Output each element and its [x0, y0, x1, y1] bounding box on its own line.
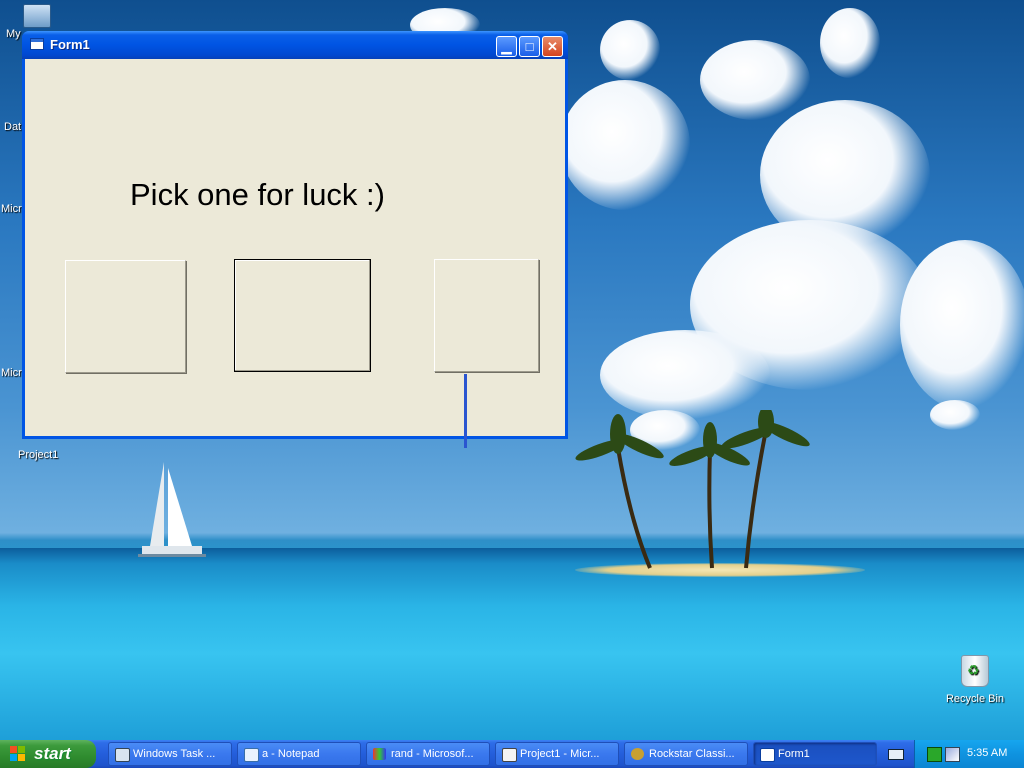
- keyboard-icon: [888, 749, 904, 760]
- recycle-bin-label: Recycle Bin: [945, 693, 1005, 705]
- desktop-icon-project1[interactable]: Project1: [18, 449, 58, 461]
- desktop-icon-dat[interactable]: Dat: [4, 121, 21, 133]
- desktop-icon-micr-1[interactable]: Micr: [1, 203, 22, 215]
- system-tray: 5:35 AM: [914, 740, 1024, 768]
- form-icon: [760, 748, 775, 762]
- desktop-icon-label: Micr: [1, 367, 22, 379]
- maximize-icon: □: [525, 39, 534, 54]
- form-client-area: Pick one for luck :): [25, 59, 565, 436]
- minimize-button[interactable]: ▁: [496, 36, 517, 57]
- keyboard-language-area[interactable]: [880, 740, 910, 768]
- taskbar-item-form1[interactable]: Form1: [753, 742, 877, 766]
- pick-button-1[interactable]: [65, 260, 186, 373]
- desktop-icon-micr-2[interactable]: Micr: [1, 367, 22, 379]
- palm-trees: [575, 410, 810, 569]
- close-icon: ✕: [547, 39, 558, 54]
- maximize-button[interactable]: □: [519, 36, 540, 57]
- taskbar: start Windows Task ... a - Notepad rand …: [0, 740, 1024, 768]
- desktop-icon-recycle-bin[interactable]: Recycle Bin: [940, 655, 1010, 705]
- close-button[interactable]: ✕: [542, 36, 563, 57]
- taskbar-item-label: Project1 - Micr...: [520, 748, 600, 760]
- desktop-icon-label: Dat: [4, 121, 22, 133]
- desktop-icon-label: Micr: [1, 203, 22, 215]
- clock[interactable]: 5:35 AM: [967, 747, 1007, 759]
- notepad-icon: [244, 748, 259, 762]
- form-heading: Pick one for luck :): [130, 177, 385, 212]
- desktop-icon-label: Project1: [18, 449, 59, 461]
- taskbar-item-label: Form1: [778, 748, 810, 760]
- windows-logo-icon: [10, 746, 26, 762]
- minimize-icon: ▁: [501, 39, 512, 54]
- paint-icon: [373, 748, 386, 760]
- start-label: start: [34, 744, 71, 763]
- desktop-icon-label: My: [6, 28, 21, 40]
- title-bar[interactable]: Form1 ▁ □ ✕: [22, 31, 568, 59]
- taskbar-item-label: Rockstar Classi...: [649, 748, 735, 760]
- window-title: Form1: [50, 37, 90, 52]
- taskbar-item-notepad[interactable]: a - Notepad: [237, 742, 361, 766]
- green-square-icon[interactable]: [927, 747, 942, 762]
- rockstar-icon: [631, 748, 644, 760]
- network-icon[interactable]: [945, 747, 960, 762]
- taskbar-item-rand[interactable]: rand - Microsof...: [366, 742, 490, 766]
- computer-icon: [23, 4, 51, 28]
- form-icon: [30, 38, 44, 50]
- sailboat: [138, 462, 206, 557]
- taskbar-item-rockstar[interactable]: Rockstar Classi...: [624, 742, 748, 766]
- taskbar-item-project1[interactable]: Project1 - Micr...: [495, 742, 619, 766]
- taskbar-item-label: rand - Microsof...: [391, 748, 474, 760]
- taskbar-item-label: a - Notepad: [262, 748, 320, 760]
- visual-basic-icon: [502, 748, 517, 762]
- recycle-bin-icon: [961, 655, 989, 687]
- pick-button-3[interactable]: [434, 259, 539, 372]
- taskbar-item-label: Windows Task ...: [133, 748, 216, 760]
- start-button[interactable]: start: [0, 740, 96, 768]
- blue-indicator-line: [464, 374, 467, 448]
- sea: [0, 548, 1024, 740]
- taskbar-item-task-manager[interactable]: Windows Task ...: [108, 742, 232, 766]
- form1-window: Form1 ▁ □ ✕ Pick one for luck :): [22, 31, 568, 439]
- pick-button-2[interactable]: [234, 259, 371, 372]
- task-manager-icon: [115, 748, 130, 762]
